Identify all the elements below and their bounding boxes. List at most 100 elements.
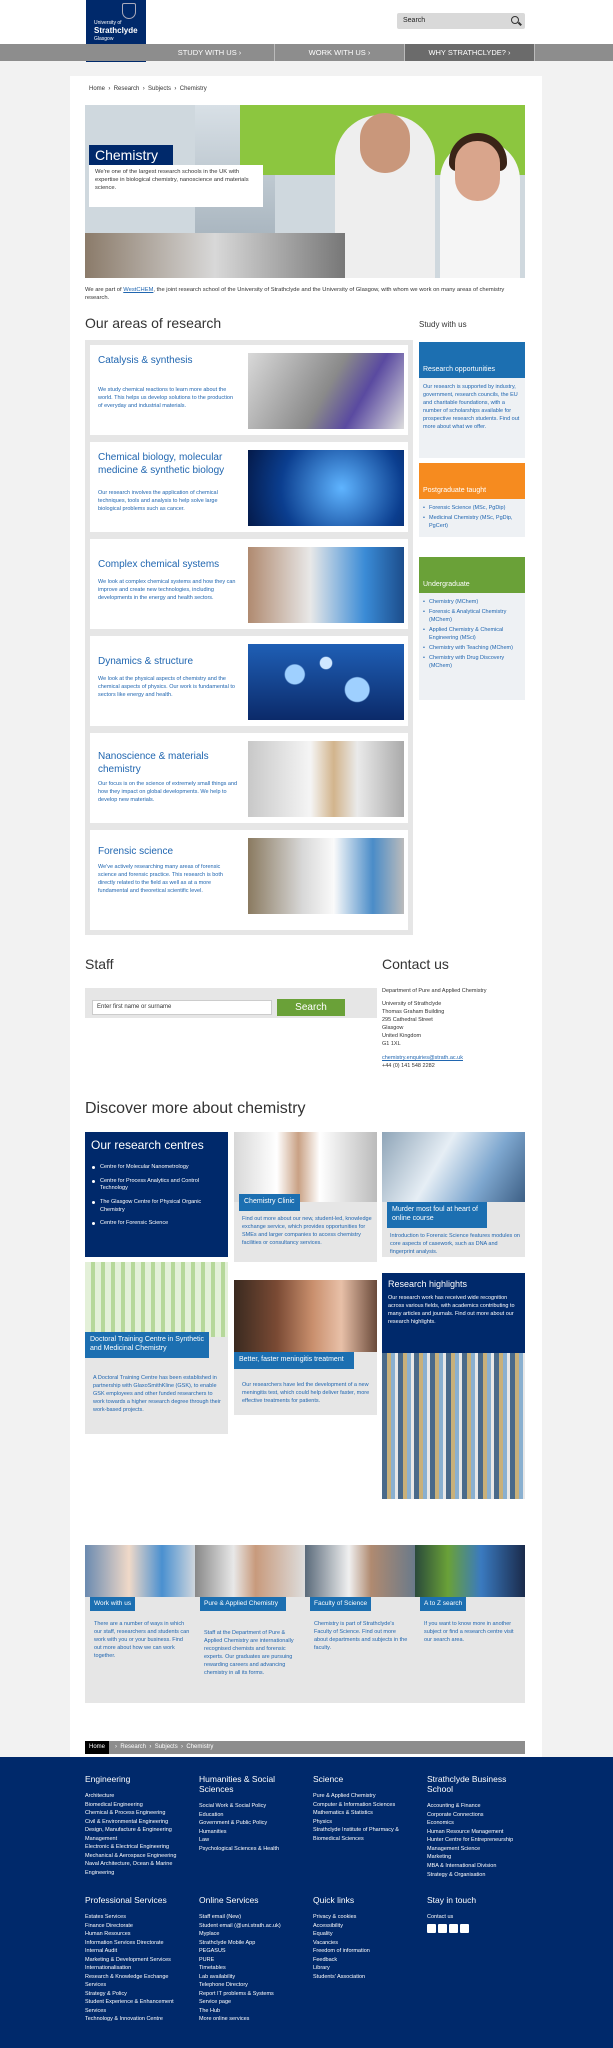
footer-link[interactable]: Lab availability <box>199 1973 304 1982</box>
footer-link[interactable]: Accessibility <box>313 1922 418 1931</box>
footer-link[interactable]: Privacy & cookies <box>313 1913 418 1922</box>
area-card-nanoscience[interactable]: Nanoscience & materials chemistry Our fo… <box>90 733 408 823</box>
footer-link[interactable]: Student Experience & Enhancement Service… <box>85 1998 190 2015</box>
footer-link[interactable]: Corporate Connections <box>427 1811 532 1820</box>
murder-course-title[interactable]: Murder most foul at heart of online cour… <box>387 1202 487 1228</box>
centre-link[interactable]: The Glasgow Centre for Physical Organic … <box>91 1199 222 1214</box>
footer-link[interactable]: Mathematics & Statistics <box>313 1809 418 1818</box>
footer-contact-link[interactable]: Contact us <box>427 1913 532 1922</box>
undergraduate-title[interactable]: Undergraduate <box>419 557 525 593</box>
footer-link[interactable]: Feedback <box>313 1956 418 1965</box>
footer-link[interactable]: Marketing <box>427 1853 532 1862</box>
footer-link[interactable]: Biomedical Engineering <box>85 1801 190 1810</box>
footer-link[interactable]: Physics <box>313 1818 418 1827</box>
footer-link[interactable]: MBA & International Division <box>427 1862 532 1871</box>
footer-link[interactable]: Civil & Environmental Engineering <box>85 1818 190 1827</box>
footer-link[interactable]: Staff email (New) <box>199 1913 304 1922</box>
pure-applied-tile[interactable]: Pure & Applied Chemistry Staff at the De… <box>195 1545 305 1695</box>
footer-link[interactable]: Architecture <box>85 1792 190 1801</box>
footer-breadcrumb-research[interactable]: Research <box>120 1744 146 1750</box>
meningitis-title[interactable]: Better, faster meningitis treatment <box>234 1352 354 1369</box>
footer-link[interactable]: The Hub <box>199 2007 304 2016</box>
footer-link[interactable]: Mechanical & Aerospace Engineering <box>85 1852 190 1861</box>
flickr-icon[interactable] <box>438 1923 447 1933</box>
postgraduate-box[interactable]: Postgraduate taught Forensic Science (MS… <box>419 463 525 537</box>
footer-link[interactable]: More online services <box>199 2015 304 2024</box>
footer-link[interactable]: Accounting & Finance <box>427 1802 532 1811</box>
footer-link[interactable]: Students' Association <box>313 1973 418 1982</box>
footer-link[interactable]: Strategy & Policy <box>85 1990 190 1999</box>
footer-link[interactable]: Government & Public Policy <box>199 1819 304 1828</box>
footer-link[interactable]: Education <box>199 1811 304 1820</box>
research-highlights-tile[interactable]: Research highlights Our research work ha… <box>382 1273 525 1353</box>
footer-link[interactable]: Finance Directorate <box>85 1922 190 1931</box>
area-card-catalysis[interactable]: Catalysis & synthesis We study chemical … <box>90 345 408 435</box>
footer-link[interactable]: Vacancies <box>313 1939 418 1948</box>
chemistry-clinic-tile[interactable]: Chemistry Clinic Find out more about our… <box>234 1132 377 1262</box>
area-title[interactable]: Complex chemical systems <box>98 559 238 572</box>
area-title[interactable]: Nanoscience & materials chemistry <box>98 751 238 776</box>
footer-link[interactable]: Research & Knowledge Exchange Services <box>85 1973 190 1990</box>
breadcrumb-research[interactable]: Research <box>114 86 140 92</box>
work-with-us-tile[interactable]: Work with us There are a number of ways … <box>85 1545 195 1695</box>
footer-link[interactable]: Psychological Sciences & Health <box>199 1845 304 1854</box>
undergraduate-item[interactable]: Chemistry with Teaching (MChem) <box>423 645 521 653</box>
centre-link[interactable]: Centre for Process Analytics and Control… <box>91 1178 222 1193</box>
staff-search-button[interactable]: Search <box>277 999 345 1016</box>
chemistry-clinic-title[interactable]: Chemistry Clinic <box>239 1194 300 1211</box>
footer-link[interactable]: Marketing & Development Services <box>85 1956 190 1965</box>
centre-link[interactable]: Centre for Forensic Science <box>91 1220 222 1228</box>
search-input[interactable]: Search <box>397 13 525 29</box>
youtube-icon[interactable] <box>460 1923 469 1933</box>
area-title[interactable]: Dynamics & structure <box>98 656 238 669</box>
footer-link[interactable]: Pure & Applied Chemistry <box>313 1792 418 1801</box>
footer-link[interactable]: Law <box>199 1836 304 1845</box>
footer-breadcrumb-home[interactable]: Home <box>85 1741 109 1754</box>
postgraduate-item[interactable]: Medicinal Chemistry (MSc, PgDip, PgCert) <box>423 515 521 531</box>
footer-link[interactable]: Humanities <box>199 1828 304 1837</box>
footer-link[interactable]: Electronic & Electrical Engineering <box>85 1843 190 1852</box>
staff-search-input[interactable]: Enter first name or surname <box>92 1000 272 1015</box>
footer-link[interactable]: Human Resources <box>85 1930 190 1939</box>
research-highlights-title[interactable]: Research highlights <box>388 1279 519 1289</box>
footer-link[interactable]: Strategy & Organisation <box>427 1871 532 1880</box>
footer-link[interactable]: Strathclyde Institute of Pharmacy & Biom… <box>313 1826 418 1843</box>
doctoral-training-title[interactable]: Doctoral Training Centre in Synthetic an… <box>85 1332 209 1358</box>
footer-link[interactable]: Information Services Directorate <box>85 1939 190 1948</box>
a-to-z-title[interactable]: A to Z search <box>420 1597 467 1611</box>
nav-why-strathclyde[interactable]: WHY STRATHCLYDE? › <box>405 44 535 61</box>
footer-link[interactable]: Management Science <box>427 1845 532 1854</box>
footer-breadcrumb-subjects[interactable]: Subjects <box>155 1744 178 1750</box>
pure-applied-title[interactable]: Pure & Applied Chemistry <box>200 1597 286 1611</box>
twitter-icon[interactable] <box>449 1923 458 1933</box>
undergraduate-item[interactable]: Chemistry with Drug Discovery (MChem) <box>423 655 521 671</box>
footer-link[interactable]: Hunter Centre for Entrepreneurship <box>427 1836 532 1845</box>
area-title[interactable]: Forensic science <box>98 846 238 859</box>
postgraduate-title[interactable]: Postgraduate taught <box>419 463 525 499</box>
area-card-dynamics[interactable]: Dynamics & structure We look at the phys… <box>90 636 408 726</box>
footer-link[interactable]: Service page <box>199 1998 304 2007</box>
footer-link[interactable]: Myplace <box>199 1930 304 1939</box>
breadcrumb-subjects[interactable]: Subjects <box>148 86 171 92</box>
murder-course-tile[interactable]: Murder most foul at heart of online cour… <box>382 1132 525 1257</box>
footer-link[interactable]: Report IT problems & Systems <box>199 1990 304 1999</box>
research-opportunities-title[interactable]: Research opportunities <box>419 342 525 378</box>
footer-link[interactable]: Social Work & Social Policy <box>199 1802 304 1811</box>
footer-link[interactable]: Computer & Information Sciences <box>313 1801 418 1810</box>
work-with-us-title[interactable]: Work with us <box>90 1597 136 1611</box>
footer-link[interactable]: Chemical & Process Engineering <box>85 1809 190 1818</box>
centre-link[interactable]: Centre for Molecular Nanometrology <box>91 1164 222 1172</box>
footer-link[interactable]: Library <box>313 1964 418 1973</box>
faculty-science-title[interactable]: Faculty of Science <box>310 1597 372 1611</box>
breadcrumb-home[interactable]: Home <box>89 86 105 92</box>
area-card-chemical-biology[interactable]: Chemical biology, molecular medicine & s… <box>90 442 408 532</box>
footer-link[interactable]: Equality <box>313 1930 418 1939</box>
footer-link[interactable]: Strathclyde Mobile App <box>199 1939 304 1948</box>
footer-link[interactable]: Telephone Directory <box>199 1981 304 1990</box>
search-icon[interactable] <box>511 16 519 24</box>
footer-link[interactable]: PURE <box>199 1956 304 1965</box>
footer-link[interactable]: Technology & Innovation Centre <box>85 2015 190 2024</box>
footer-link[interactable]: Estates Services <box>85 1913 190 1922</box>
footer-link[interactable]: Internationalisation <box>85 1964 190 1973</box>
area-title[interactable]: Chemical biology, molecular medicine & s… <box>98 452 238 477</box>
